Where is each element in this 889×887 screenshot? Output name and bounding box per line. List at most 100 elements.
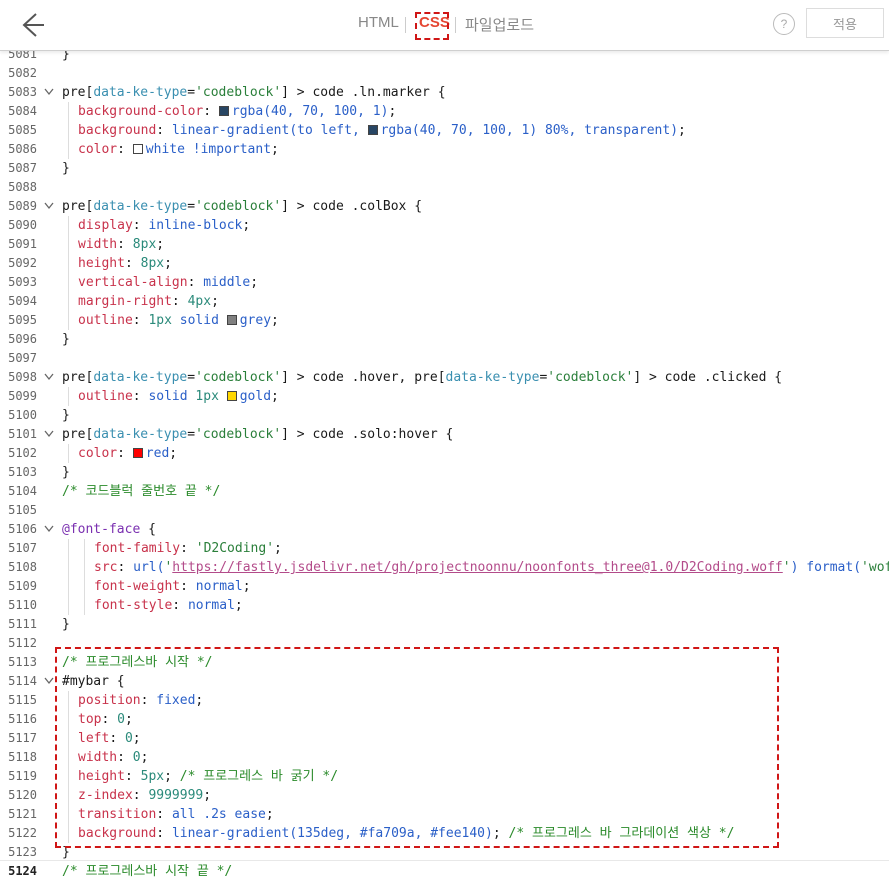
code-line[interactable]: 5124 /* 프로그레스바 시작 끝 */ — [0, 862, 889, 881]
code-line[interactable]: 5108 src: url('https://fastly.jsdelivr.ne… — [0, 558, 889, 577]
code-line[interactable]: 5087} — [0, 159, 889, 178]
code-line[interactable]: 5101 pre[data-ke-type='codeblock'] > code… — [0, 425, 889, 444]
code-text: ] > code .hover, pre[ — [281, 370, 446, 385]
code-line[interactable]: 5102 color: red; — [0, 444, 889, 463]
color-swatch-icon[interactable] — [226, 315, 237, 325]
code-content: } — [62, 406, 70, 425]
fold-chevron-icon[interactable] — [44, 202, 54, 210]
code-string: 'codeblock' — [547, 370, 634, 385]
code-text: : — [132, 218, 149, 233]
line-number: 5100 — [8, 408, 37, 422]
code-line[interactable]: 5109 font-weight: normal; — [0, 577, 889, 596]
code-line[interactable]: 5107 font-family: 'D2Coding'; — [0, 539, 889, 558]
line-number: 5115 — [8, 693, 37, 707]
fold-chevron-icon[interactable] — [44, 373, 54, 381]
code-line[interactable]: 5097 — [0, 349, 889, 368]
code-value: linear-gradient(to left, — [171, 123, 368, 138]
code-text: ] > code .ln.marker { — [281, 85, 446, 100]
code-line[interactable]: 5104 /* 코드블럭 줄번호 끝 */ — [0, 482, 889, 501]
code-value: inline-block — [148, 218, 243, 233]
line-number: 5106 — [8, 522, 37, 536]
code-content: vertical-align: middle; — [78, 273, 258, 292]
code-line[interactable]: 5096} — [0, 330, 889, 349]
code-content: color: white !important; — [78, 140, 279, 159]
indent-guide — [68, 140, 69, 159]
code-line[interactable]: 5094 margin-right: 4px; — [0, 292, 889, 311]
code-number: 1px — [195, 389, 219, 404]
code-value: rgba(40, 70, 100, 1) 80%, transparent) — [380, 123, 679, 138]
code-line[interactable]: 5083 pre[data-ke-type='codeblock'] > code… — [0, 83, 889, 102]
code-url: https://fastly.jsdelivr.net/gh/projectno… — [172, 560, 783, 575]
code-string: 'codeblock' — [195, 85, 282, 100]
help-icon[interactable]: ? — [773, 13, 795, 35]
code-line[interactable]: 5099 outline: solid 1px gold; — [0, 387, 889, 406]
fold-chevron-icon[interactable] — [44, 88, 54, 96]
code-line[interactable]: 5095 outline: 1px solid grey; — [0, 311, 889, 330]
line-number: 5113 — [8, 655, 37, 669]
code-line[interactable]: 5110 font-style: normal; — [0, 596, 889, 615]
indent-guide — [84, 558, 85, 577]
fold-chevron-icon[interactable] — [44, 430, 54, 438]
code-property: color — [78, 446, 118, 461]
color-swatch-icon[interactable] — [132, 144, 143, 154]
line-number: 5084 — [8, 104, 37, 118]
code-line[interactable]: 5103} — [0, 463, 889, 482]
line-number: 5099 — [8, 389, 37, 403]
code-line[interactable]: 5084 background-color: rgba(40, 70, 100, … — [0, 102, 889, 121]
code-content: color: red; — [78, 444, 177, 463]
code-content: height: 8px; — [78, 254, 172, 273]
line-number: 5085 — [8, 123, 37, 137]
code-line[interactable]: 5082 — [0, 64, 889, 83]
fold-chevron-icon[interactable] — [44, 525, 54, 533]
code-line[interactable]: 5090 display: inline-block; — [0, 216, 889, 235]
code-line[interactable]: 5088 — [0, 178, 889, 197]
tab-bar: HTML CSS 파일업로드 — [0, 0, 889, 50]
code-line[interactable]: 5098 pre[data-ke-type='codeblock'] > code… — [0, 368, 889, 387]
tab-html[interactable]: HTML — [358, 14, 399, 31]
code-value: gold — [239, 389, 272, 404]
code-text: } — [62, 332, 70, 347]
code-content: font-weight: normal; — [94, 577, 251, 596]
indent-guide — [68, 235, 69, 254]
fold-chevron-icon[interactable] — [44, 677, 54, 685]
indent-guide — [84, 577, 85, 596]
code-text: ; — [234, 598, 243, 613]
line-number: 5102 — [8, 446, 37, 460]
code-value: ) format( — [790, 560, 862, 575]
apply-button[interactable]: 적용 — [806, 8, 884, 38]
code-number: 8px — [132, 237, 157, 252]
code-line[interactable]: 5085 background: linear-gradient(to left,… — [0, 121, 889, 140]
code-line[interactable]: 5105 — [0, 501, 889, 520]
indent-guide — [68, 292, 69, 311]
code-property: font-weight — [94, 579, 181, 594]
tab-file-upload[interactable]: 파일업로드 — [465, 14, 534, 35]
code-text: ; — [271, 313, 279, 328]
line-number: 5092 — [8, 256, 37, 270]
code-line[interactable]: 5091 width: 8px; — [0, 235, 889, 254]
code-value: white !important — [145, 142, 272, 157]
code-line[interactable]: 5092 height: 8px; — [0, 254, 889, 273]
indent-guide — [68, 121, 69, 140]
code-line[interactable]: 5086 color: white !important; — [0, 140, 889, 159]
code-line[interactable]: 5089 pre[data-ke-type='codeblock'] > code… — [0, 197, 889, 216]
code-line[interactable]: 5093 vertical-align: middle; — [0, 273, 889, 292]
code-line[interactable]: 5111} — [0, 615, 889, 634]
code-text: pre[ — [62, 427, 94, 442]
indent-guide — [68, 102, 69, 121]
color-swatch-icon[interactable] — [226, 391, 237, 401]
color-swatch-icon[interactable] — [218, 106, 229, 116]
css-tab-highlight — [415, 12, 449, 40]
code-property: outline — [78, 389, 133, 404]
color-swatch-icon[interactable] — [367, 125, 378, 135]
code-text: : — [117, 560, 134, 575]
code-text: ; — [242, 218, 251, 233]
code-line[interactable]: 5106 @font-face { — [0, 520, 889, 539]
code-text: ; — [164, 256, 172, 271]
line-number: 5119 — [8, 769, 37, 783]
line-number: 5103 — [8, 465, 37, 479]
color-swatch-icon[interactable] — [132, 448, 143, 458]
code-content: pre[data-ke-type='codeblock'] > code .co… — [62, 197, 422, 216]
code-line[interactable]: 5100} — [0, 406, 889, 425]
code-number: 4px — [187, 294, 212, 309]
code-string: 'codeblock' — [195, 427, 282, 442]
